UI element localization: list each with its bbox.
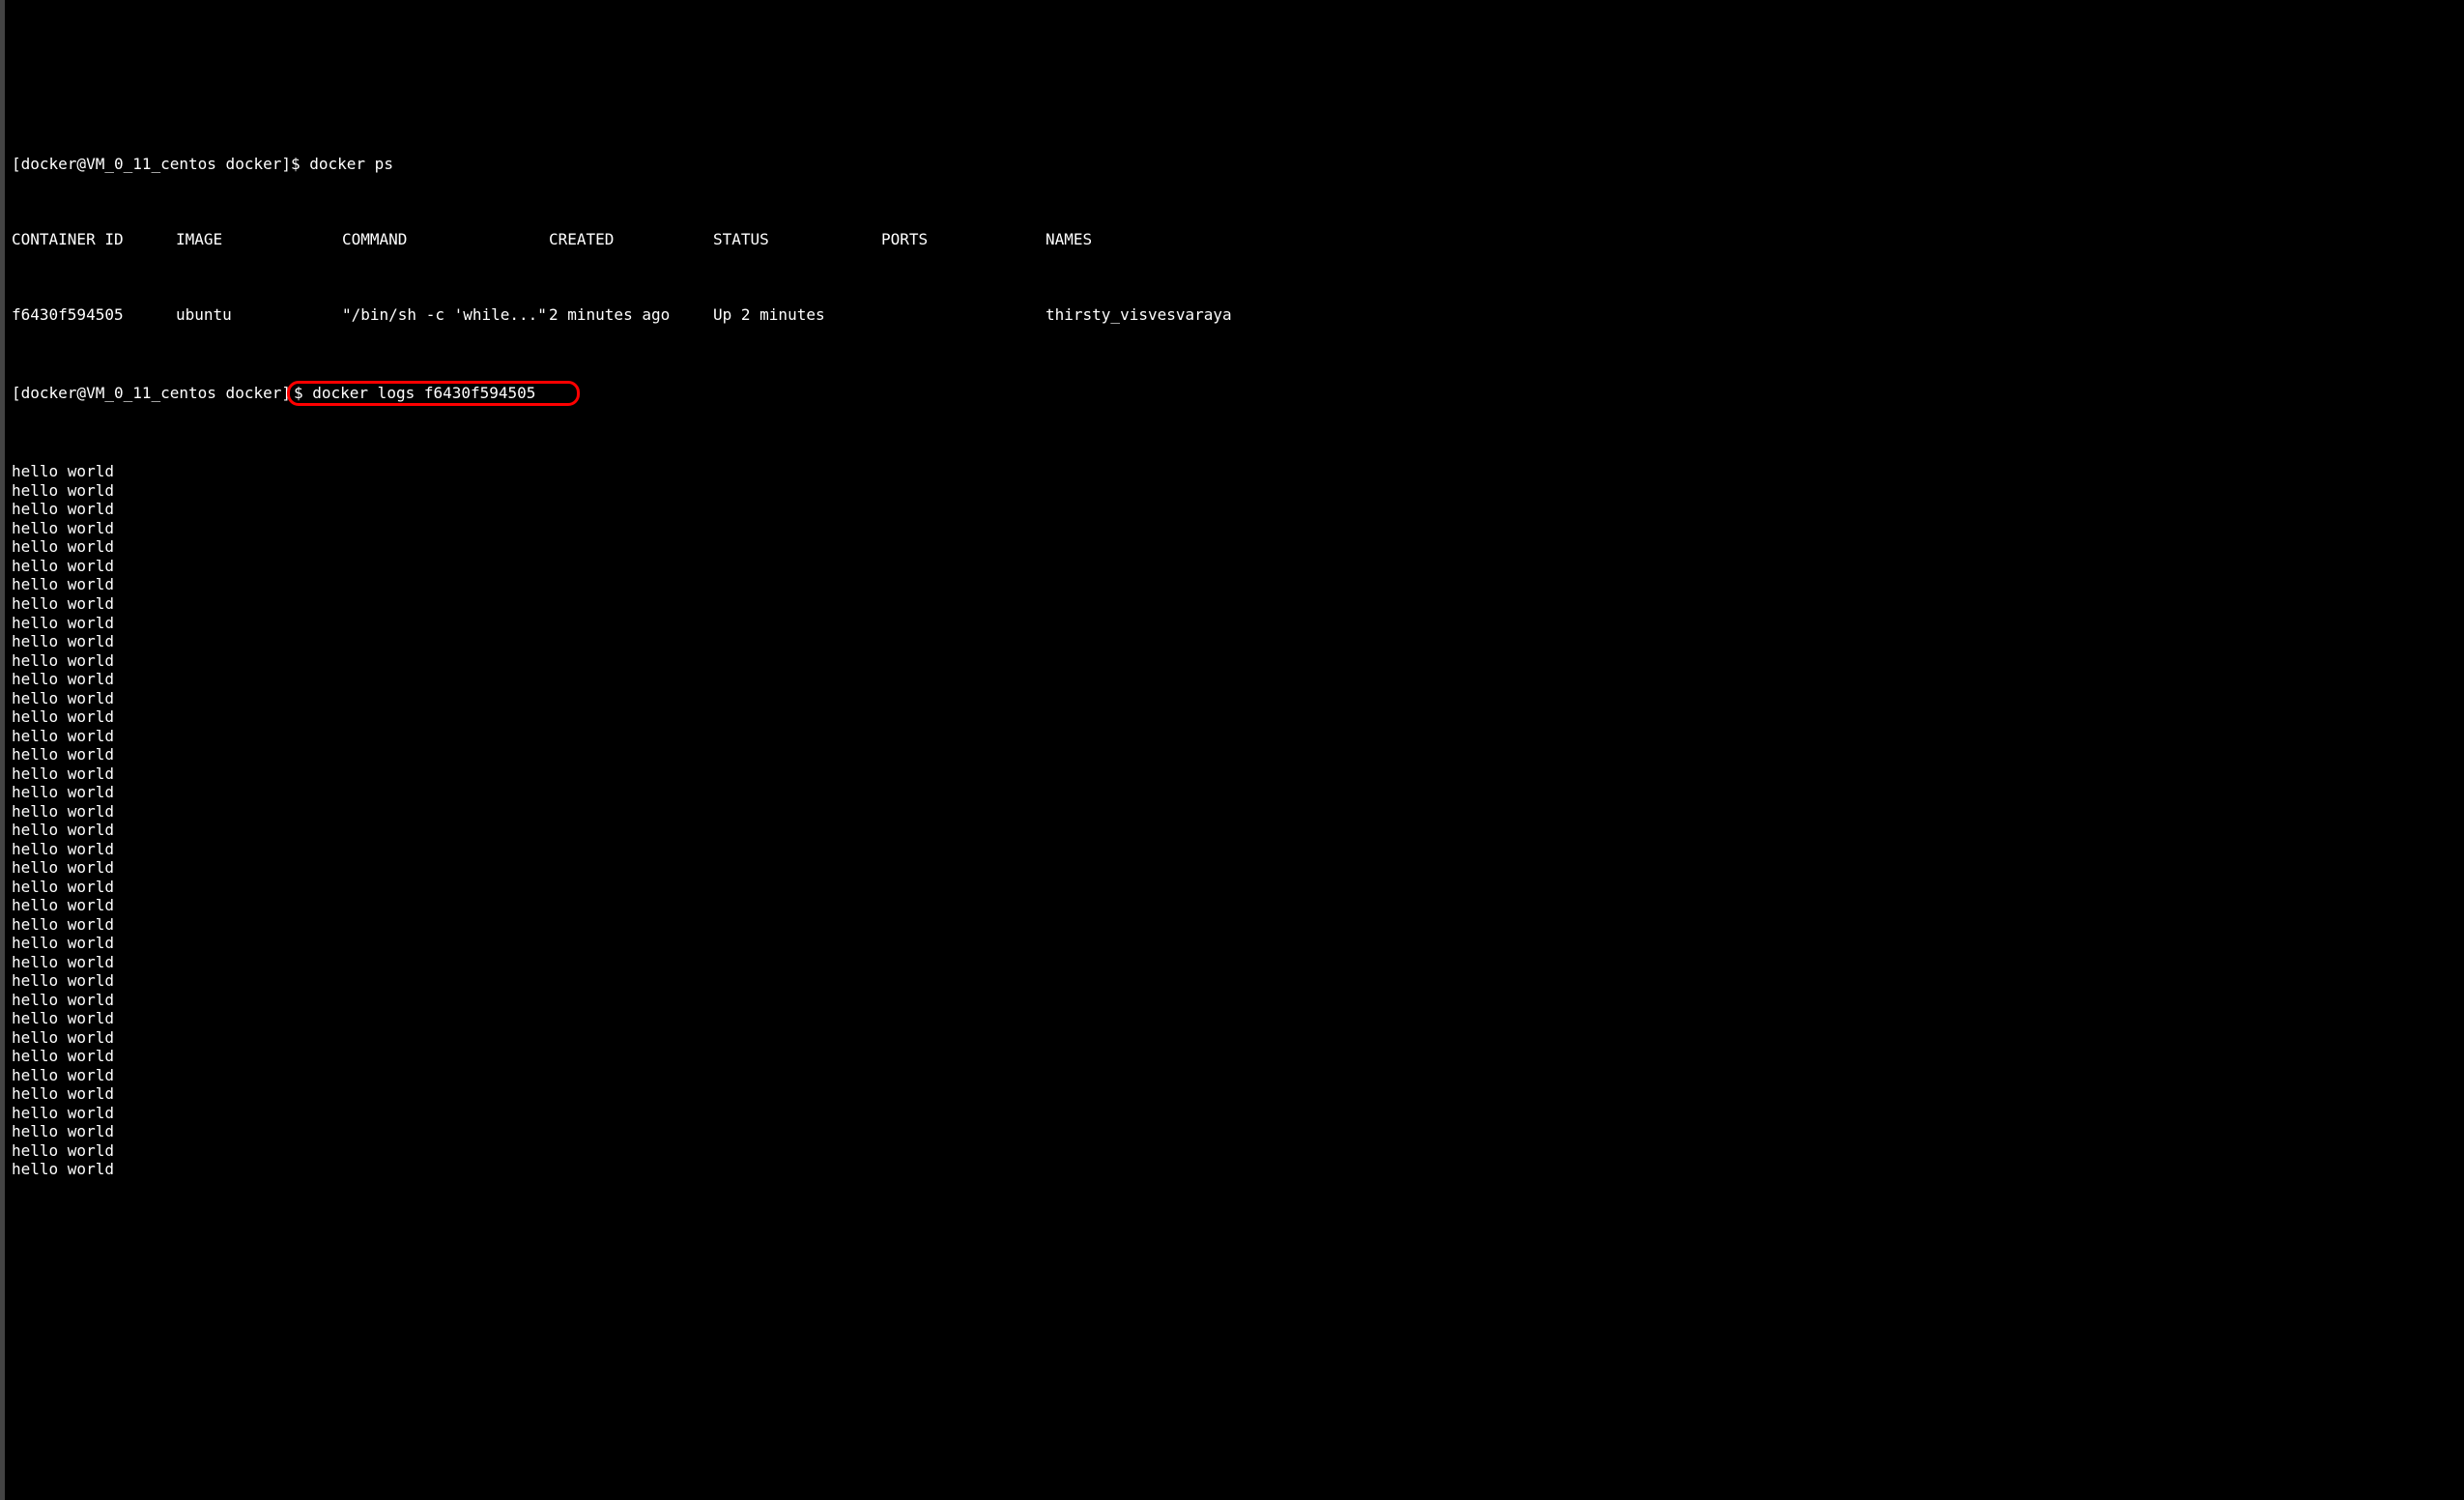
log-line: hello world <box>12 821 2464 840</box>
log-line: hello world <box>12 500 2464 519</box>
cell-ports <box>881 305 1046 325</box>
cell-command: "/bin/sh -c 'while..." <box>342 305 549 325</box>
table-header-row: CONTAINER ID IMAGE COMMAND CREATED STATU… <box>12 230 2464 249</box>
log-line: hello world <box>12 670 2464 689</box>
log-line: hello world <box>12 462 2464 481</box>
command-text: $ docker logs f6430f594505 <box>294 384 535 402</box>
log-line: hello world <box>12 632 2464 651</box>
header-names: NAMES <box>1046 230 2464 249</box>
log-line: hello world <box>12 896 2464 915</box>
log-line: hello world <box>12 1028 2464 1048</box>
prompt-line-2: [docker@VM_0_11_centos docker]$ docker l… <box>12 381 2464 406</box>
header-command: COMMAND <box>342 230 549 249</box>
header-created: CREATED <box>549 230 713 249</box>
log-output: hello worldhello worldhello worldhello w… <box>12 462 2464 1179</box>
log-line: hello world <box>12 915 2464 935</box>
log-line: hello world <box>12 1122 2464 1141</box>
header-container-id: CONTAINER ID <box>12 230 176 249</box>
log-line: hello world <box>12 1084 2464 1104</box>
log-line: hello world <box>12 971 2464 991</box>
log-line: hello world <box>12 707 2464 727</box>
terminal-output[interactable]: [docker@VM_0_11_centos docker]$ docker p… <box>12 117 2464 1197</box>
log-line: hello world <box>12 481 2464 501</box>
log-line: hello world <box>12 594 2464 614</box>
log-line: hello world <box>12 840 2464 859</box>
log-line: hello world <box>12 614 2464 633</box>
log-line: hello world <box>12 991 2464 1010</box>
header-image: IMAGE <box>176 230 342 249</box>
log-line: hello world <box>12 745 2464 764</box>
log-line: hello world <box>12 1160 2464 1179</box>
cell-status: Up 2 minutes <box>713 305 881 325</box>
log-line: hello world <box>12 1066 2464 1085</box>
prompt-line-1: [docker@VM_0_11_centos docker]$ docker p… <box>12 155 2464 174</box>
prompt-prefix: [docker@VM_0_11_centos docker]$ <box>12 155 309 173</box>
cell-created: 2 minutes ago <box>549 305 713 325</box>
log-line: hello world <box>12 802 2464 822</box>
log-line: hello world <box>12 727 2464 746</box>
prompt-prefix: [docker@VM_0_11_centos docker] <box>12 384 291 402</box>
log-line: hello world <box>12 651 2464 671</box>
log-line: hello world <box>12 1009 2464 1028</box>
log-line: hello world <box>12 1104 2464 1123</box>
log-line: hello world <box>12 689 2464 708</box>
log-line: hello world <box>12 575 2464 594</box>
cell-image: ubuntu <box>176 305 342 325</box>
log-line: hello world <box>12 519 2464 538</box>
log-line: hello world <box>12 783 2464 802</box>
log-line: hello world <box>12 934 2464 953</box>
cell-container-id: f6430f594505 <box>12 305 176 325</box>
log-line: hello world <box>12 858 2464 878</box>
header-ports: PORTS <box>881 230 1046 249</box>
log-line: hello world <box>12 953 2464 972</box>
cell-names: thirsty_visvesvaraya <box>1046 305 2464 325</box>
highlighted-command: $ docker logs f6430f594505 <box>287 381 580 406</box>
log-line: hello world <box>12 557 2464 576</box>
command-text: docker ps <box>309 155 393 173</box>
log-line: hello world <box>12 537 2464 557</box>
log-line: hello world <box>12 878 2464 897</box>
log-line: hello world <box>12 1141 2464 1161</box>
scrollbar[interactable] <box>0 0 5 1500</box>
log-line: hello world <box>12 764 2464 784</box>
table-row: f6430f594505 ubuntu "/bin/sh -c 'while..… <box>12 305 2464 325</box>
log-line: hello world <box>12 1047 2464 1066</box>
header-status: STATUS <box>713 230 881 249</box>
